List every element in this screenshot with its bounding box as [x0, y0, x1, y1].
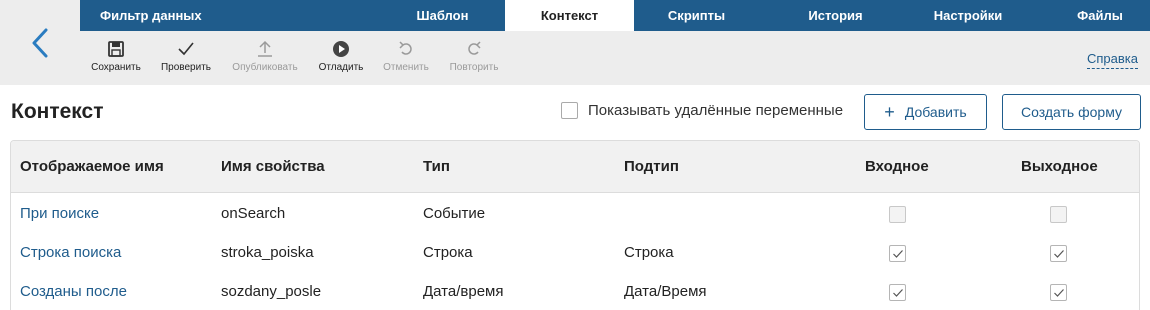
- chevron-left-icon: [32, 28, 48, 57]
- undo-button[interactable]: Отменить: [378, 31, 434, 85]
- check-label: Проверить: [160, 62, 211, 73]
- tab-template[interactable]: Шаблон: [380, 0, 505, 31]
- column-header[interactable]: Имя свойства: [221, 158, 325, 175]
- checkmark-icon: [178, 42, 194, 56]
- input-checkbox[interactable]: [889, 245, 906, 262]
- check-button[interactable]: Проверить: [156, 31, 216, 85]
- table-header: Отображаемое имя Имя свойства Тип Подтип…: [11, 141, 1139, 193]
- property-name: stroka_poiska: [221, 244, 314, 261]
- undo-label: Отменить: [383, 62, 429, 73]
- publish-button[interactable]: Опубликовать: [228, 31, 302, 85]
- show-deleted-checkbox[interactable]: [561, 102, 578, 119]
- help-link[interactable]: Справка: [1087, 51, 1138, 69]
- redo-label: Повторить: [449, 62, 499, 73]
- context-table: Отображаемое имя Имя свойства Тип Подтип…: [10, 140, 1140, 310]
- column-header[interactable]: Входное: [865, 158, 929, 175]
- show-deleted-label: Показывать удалённые переменные: [588, 102, 844, 119]
- type-value: Событие: [423, 205, 486, 222]
- table-row[interactable]: Созданы после sozdany_posle Дата/время Д…: [11, 273, 1139, 310]
- redo-icon: [468, 41, 481, 55]
- top-nav-bar: Фильтр данных Шаблон Контекст Скрипты Ис…: [80, 0, 1150, 31]
- play-icon: [333, 41, 349, 57]
- toolbar: Сохранить Проверить Опубликовать Отладит…: [80, 31, 1150, 85]
- display-name-link[interactable]: Строка поиска: [20, 244, 121, 261]
- publish-label: Опубликовать: [232, 62, 298, 73]
- column-header[interactable]: Отображаемое имя: [20, 158, 164, 175]
- table-row[interactable]: При поиске onSearch Событие: [11, 195, 1139, 234]
- column-header[interactable]: Выходное: [1021, 158, 1098, 175]
- redo-button[interactable]: Повторить: [444, 31, 504, 85]
- save-button[interactable]: Сохранить: [86, 31, 146, 85]
- output-checkbox[interactable]: [1050, 245, 1067, 262]
- page-title: Контекст: [11, 100, 104, 123]
- tab-history[interactable]: История: [773, 0, 898, 31]
- debug-label: Отладить: [318, 62, 364, 73]
- add-button-label: Добавить: [904, 104, 967, 120]
- checkmark-icon: [893, 289, 903, 297]
- type-value: Дата/время: [423, 283, 504, 300]
- display-name-link[interactable]: Созданы после: [20, 283, 127, 300]
- create-form-button[interactable]: Создать форму: [1002, 94, 1141, 130]
- create-form-label: Создать форму: [1021, 104, 1122, 120]
- back-button[interactable]: [0, 0, 80, 85]
- tab-settings[interactable]: Настройки: [898, 0, 1038, 31]
- output-checkbox[interactable]: [1050, 206, 1067, 223]
- checkmark-icon: [893, 250, 903, 258]
- tab-scripts[interactable]: Скрипты: [634, 0, 759, 31]
- column-header[interactable]: Тип: [423, 158, 450, 175]
- display-name-link[interactable]: При поиске: [20, 205, 99, 222]
- tab-files[interactable]: Файлы: [1055, 0, 1145, 31]
- table-row[interactable]: Строка поиска stroka_poiska Строка Строк…: [11, 234, 1139, 273]
- input-checkbox[interactable]: [889, 206, 906, 223]
- checkmark-icon: [1054, 289, 1064, 297]
- checkmark-icon: [1054, 250, 1064, 258]
- undo-icon: [399, 41, 412, 55]
- app-title: Фильтр данных: [100, 8, 202, 23]
- input-checkbox[interactable]: [889, 284, 906, 301]
- column-header[interactable]: Подтип: [624, 158, 679, 175]
- show-deleted-toggle[interactable]: Показывать удалённые переменные: [561, 102, 843, 119]
- property-name: onSearch: [221, 205, 286, 222]
- add-button[interactable]: + Добавить: [864, 94, 987, 130]
- subtype-value: Дата/Время: [624, 283, 707, 300]
- tab-context[interactable]: Контекст: [505, 0, 634, 31]
- output-checkbox[interactable]: [1050, 284, 1067, 301]
- debug-button[interactable]: Отладить: [313, 31, 369, 85]
- type-value: Строка: [423, 244, 473, 261]
- save-icon: [108, 41, 124, 57]
- subtype-value: Строка: [624, 244, 674, 261]
- property-name: sozdany_posle: [221, 283, 322, 300]
- plus-icon: +: [884, 102, 895, 122]
- upload-icon: [258, 40, 272, 57]
- save-label: Сохранить: [91, 62, 141, 73]
